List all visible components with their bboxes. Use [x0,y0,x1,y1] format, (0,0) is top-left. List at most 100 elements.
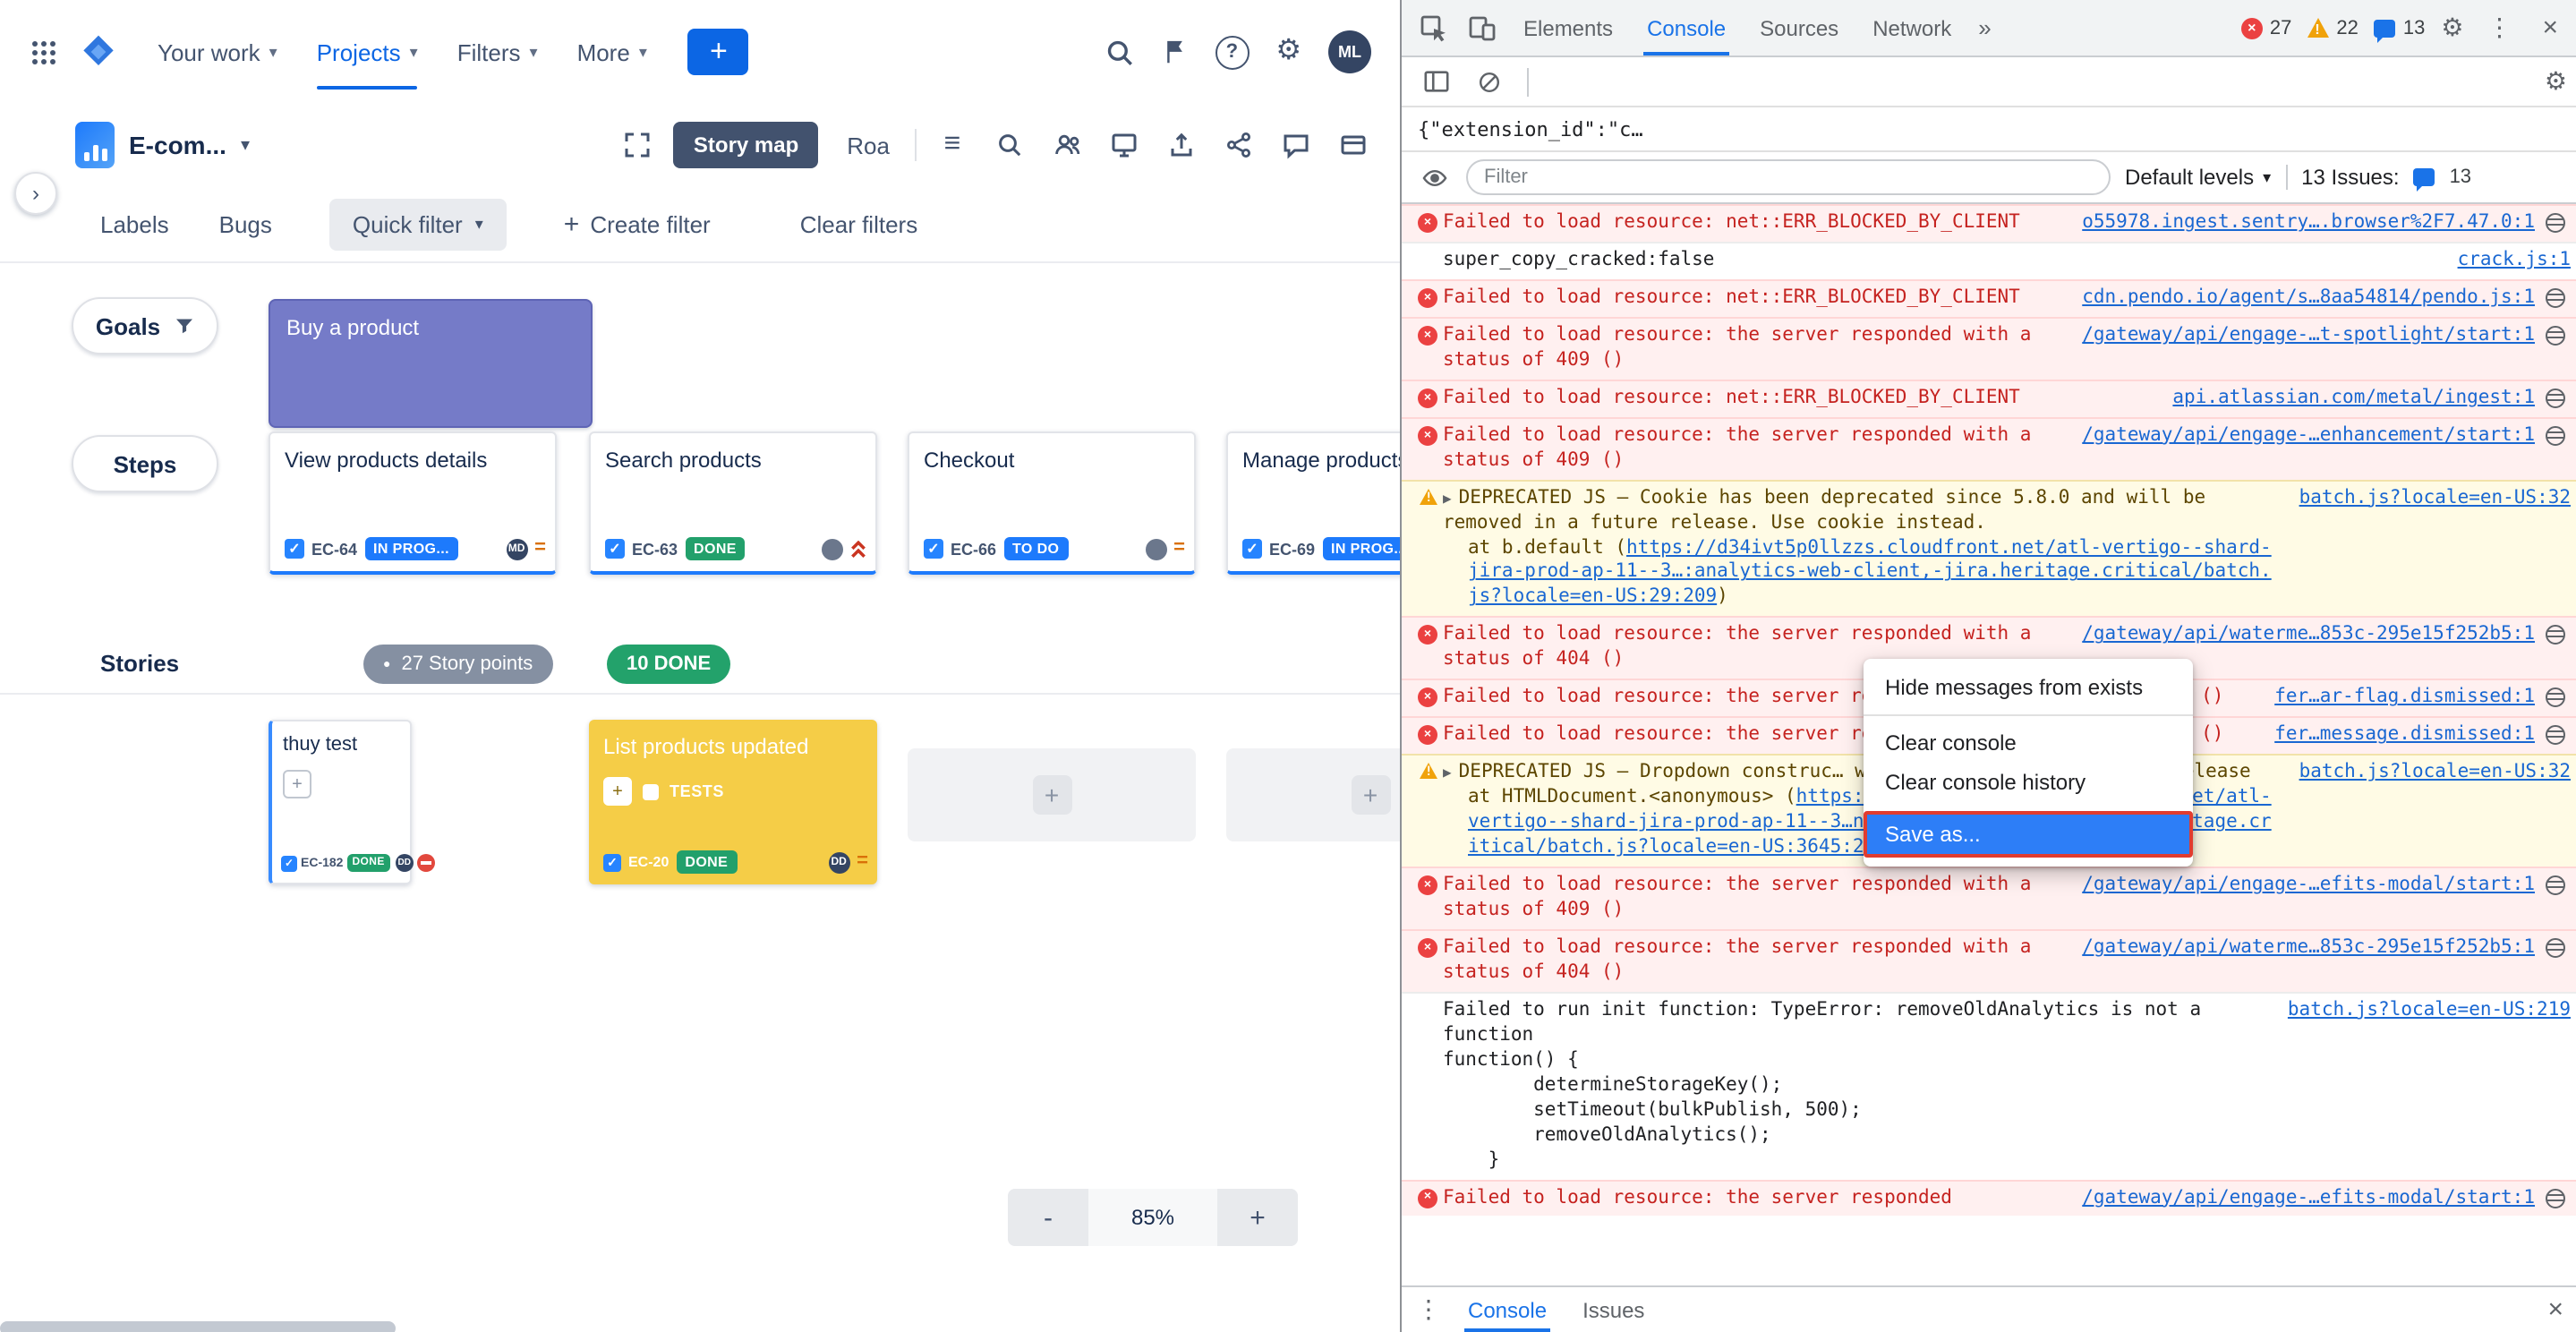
nav-more[interactable]: More▾ [561,0,663,104]
share-icon[interactable] [1217,124,1260,166]
source-link[interactable]: /gateway/api/engage-…enhancement/start:1 [2082,423,2535,448]
create-button[interactable]: + [688,29,749,75]
request-source-icon[interactable] [2546,626,2565,645]
tab-console[interactable]: Console [1631,0,1742,56]
source-link[interactable]: api.atlassian.com/metal/ingest:1 [2172,387,2535,412]
request-source-icon[interactable] [2546,326,2565,346]
source-link[interactable]: batch.js?locale=en-US:32 [2299,486,2571,511]
steps-row-label[interactable]: Steps [72,435,218,492]
source-link[interactable]: cdn.pendo.io/agent/s…8aa54814/pendo.js:1 [2082,286,2535,312]
horizontal-scrollbar[interactable] [0,1321,396,1332]
issues-count-badge[interactable]: 13 [2375,17,2426,38]
issues-bubble-icon[interactable] [2414,168,2435,186]
source-link[interactable]: batch.js?locale=en-US:219 [2288,999,2571,1024]
search-icon[interactable] [1104,37,1134,67]
labels-filter[interactable]: Labels [82,210,187,237]
console-sidebar-icon[interactable] [1412,58,1459,105]
add-item-chip[interactable]: + [603,777,632,806]
devtools-settings-icon[interactable]: ⚙ [2441,13,2463,43]
quick-filter-dropdown[interactable]: Quick filter ▾ [329,198,507,250]
error-count-badge[interactable]: ×27 [2241,17,2292,38]
request-source-icon[interactable] [2546,688,2565,708]
eye-icon[interactable] [1416,154,1452,201]
tab-sources[interactable]: Sources [1744,0,1855,56]
zoom-in-button[interactable]: + [1217,1189,1298,1246]
menu-item-hide-messages[interactable]: Hide messages from exists [1864,668,2193,707]
add-item-chip[interactable]: + [283,770,311,798]
roadmap-view-button[interactable]: Roa [847,132,890,158]
board-search-icon[interactable] [988,124,1031,166]
goal-card[interactable]: Buy a product [269,299,593,428]
request-source-icon[interactable] [2546,388,2565,408]
nav-filters[interactable]: Filters▾ [441,0,554,104]
source-link[interactable]: crack.js:1 [2458,249,2571,274]
source-link[interactable]: /gateway/api/waterme…853c-295e15f252b5:1 [2082,624,2535,649]
monitor-icon[interactable] [1103,124,1146,166]
menu-item-save-as[interactable]: Save as... [1864,811,2193,858]
warning-count-badge[interactable]: !22 [2307,17,2358,38]
menu-item-clear-console[interactable]: Clear console [1864,723,2193,763]
step-card[interactable]: View products details ✓ EC-64 IN PROG...… [269,431,557,575]
backlog-icon[interactable]: ≡ [931,124,974,166]
cards-icon[interactable] [1332,124,1375,166]
bugs-filter[interactable]: Bugs [201,210,290,237]
nav-your-work[interactable]: Your work▾ [141,0,294,104]
request-source-icon[interactable] [2546,1188,2565,1208]
more-tabs-icon[interactable]: » [1969,14,2000,41]
drawer-tab-issues[interactable]: Issues [1566,1287,1660,1332]
expand-icon[interactable]: ▶ [1443,490,1452,506]
request-source-icon[interactable] [2546,938,2565,958]
settings-gear-icon[interactable]: ⚙ [1275,38,1301,66]
request-source-icon[interactable] [2546,213,2565,233]
clear-filters-button[interactable]: Clear filters [800,210,918,237]
add-card-button[interactable]: + [1032,775,1071,815]
tab-network[interactable]: Network [1856,0,1967,56]
zoom-out-button[interactable]: - [1008,1189,1088,1246]
devtools-menu-icon[interactable]: ⋮ [2479,13,2519,43]
create-filter-button[interactable]: + Create filter [564,209,711,239]
step-card[interactable]: Checkout ✓ EC-66 TO DO = [908,431,1196,575]
app-switcher-icon[interactable] [32,40,55,64]
drawer-menu-icon[interactable]: ⋮ [1409,1294,1448,1325]
story-card-selected[interactable]: List products updated + TESTS ✓ EC-20 DO… [589,720,877,884]
goals-row-label[interactable]: Goals [72,297,218,354]
drawer-close-icon[interactable]: × [2540,1294,2571,1325]
project-chevron-icon[interactable]: ▾ [241,135,250,155]
device-toolbar-icon[interactable] [1459,4,1506,51]
add-card-button[interactable]: + [1351,775,1390,815]
tab-elements[interactable]: Elements [1507,0,1629,56]
comment-icon[interactable] [1275,124,1318,166]
user-avatar[interactable]: ML [1328,30,1371,73]
request-source-icon[interactable] [2546,875,2565,895]
project-name[interactable]: E-com... [129,131,226,159]
source-link[interactable]: fer…ar-flag.dismissed:1 [2274,687,2535,712]
source-link[interactable]: /gateway/api/waterme…853c-295e15f252b5:1 [2082,936,2535,961]
console-filter-input[interactable] [1466,159,2111,195]
console-settings-icon[interactable]: ⚙ [2545,66,2567,97]
inspect-element-icon[interactable] [1411,4,1457,51]
request-source-icon[interactable] [2546,425,2565,445]
source-link[interactable]: o55978.ingest.sentry….browser%2F7.47.0:1 [2082,211,2535,236]
help-icon[interactable]: ? [1215,35,1249,69]
devtools-close-icon[interactable]: × [2535,13,2565,43]
expand-icon[interactable]: ▶ [1443,764,1452,781]
flag-icon[interactable] [1161,38,1188,66]
fullscreen-icon[interactable] [617,124,660,166]
story-map-view-button[interactable]: Story map [674,122,818,168]
drawer-tab-console[interactable]: Console [1452,1287,1563,1332]
source-link[interactable]: /gateway/api/engage-…efits-modal/start:1 [2082,1186,2535,1211]
export-icon[interactable] [1160,124,1203,166]
request-source-icon[interactable] [2546,288,2565,308]
source-link[interactable]: /gateway/api/engage-…efits-modal/start:1 [2082,874,2535,899]
people-icon[interactable] [1045,124,1088,166]
menu-item-clear-console-history[interactable]: Clear console history [1864,763,2193,802]
sidebar-expand-button[interactable]: › [14,172,57,215]
clear-console-icon[interactable] [1466,58,1513,105]
step-card[interactable]: Search products ✓ EC-63 DONE [589,431,877,575]
step-card[interactable]: Manage products ✓ EC-69 IN PROG... [1226,431,1400,575]
source-link[interactable]: batch.js?locale=en-US:32 [2299,761,2571,786]
log-levels-dropdown[interactable]: Default levels ▾ [2125,165,2271,190]
source-link[interactable]: /gateway/api/engage-…t-spotlight/start:1 [2082,324,2535,349]
jira-logo-icon[interactable] [81,34,116,70]
source-link[interactable]: fer…message.dismissed:1 [2274,724,2535,749]
